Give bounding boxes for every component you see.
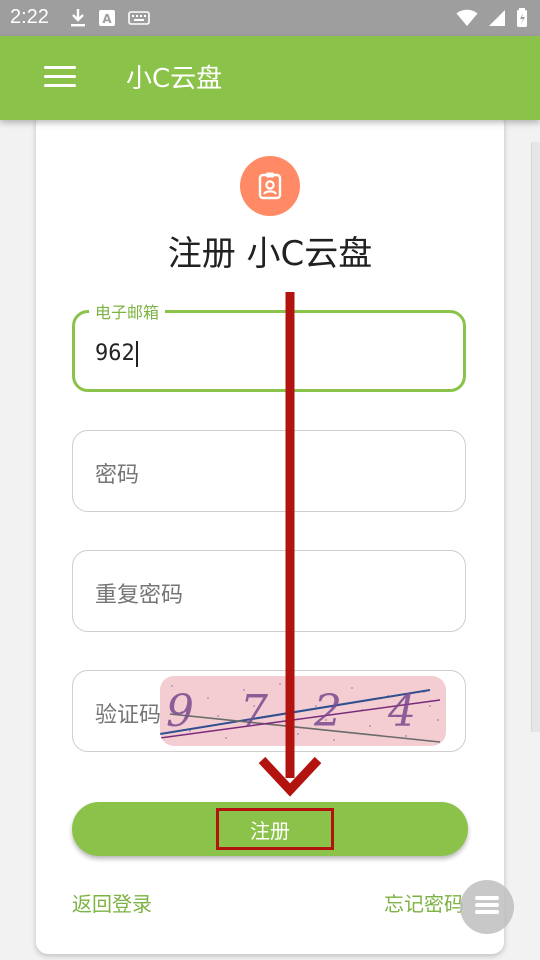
battery-icon [516,8,528,32]
register-button[interactable]: 注册 [72,802,468,856]
svg-text:A: A [102,12,112,26]
a-box-icon: A [98,9,116,31]
captcha-glyphs: 9724 [166,686,416,737]
password-field[interactable]: 密码 [72,430,466,512]
keyboard-icon [128,10,150,30]
download-icon [70,8,86,32]
repeat-password-placeholder: 重复密码 [95,583,184,608]
menu-lines-icon [474,894,500,920]
contact-badge-icon [240,156,300,216]
back-to-login-link[interactable]: 返回登录 [72,888,152,917]
register-button-label: 注册 [250,818,290,843]
captcha-image[interactable]: 9724 [160,676,446,746]
hamburger-menu-icon[interactable] [44,66,76,90]
status-time: 2:22 [10,6,49,28]
password-placeholder: 密码 [95,463,140,488]
email-value: 962 [95,341,135,366]
email-field[interactable]: 电子邮箱 962 [72,299,466,392]
app-bar: 小C云盘 [0,36,540,120]
page-title: 注册 小C云盘 [167,234,373,274]
floating-menu-button[interactable] [460,880,514,934]
signal-icon [488,9,506,31]
email-label: 电子邮箱 [89,299,166,323]
captcha-placeholder: 验证码 [95,703,162,728]
forgot-password-link[interactable]: 忘记密码 [384,888,464,917]
app-title: 小C云盘 [126,64,223,94]
wifi-icon [456,9,478,31]
text-caret [135,341,138,367]
status-bar: 2:22 A [0,0,540,36]
repeat-password-field[interactable]: 重复密码 [72,550,466,632]
